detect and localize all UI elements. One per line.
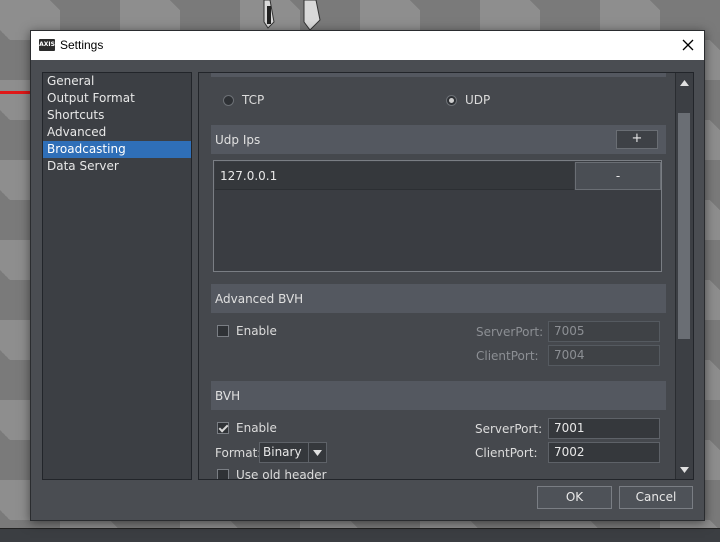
bvh-client-port-label: ClientPort: — [475, 446, 538, 460]
bvh-header: BVH — [211, 381, 666, 410]
advanced-client-port-field[interactable]: 7004 — [548, 345, 660, 366]
advanced-bvh-enable-label: Enable — [236, 324, 277, 338]
udp-radio-indicator — [446, 94, 457, 106]
nav-item-broadcasting[interactable]: Broadcasting — [43, 141, 191, 158]
bvh-enable-box — [217, 422, 229, 434]
bvh-format-value: Binary — [263, 445, 302, 459]
app-logo-icon: AXIS — [39, 39, 55, 51]
chevron-up-icon — [679, 80, 689, 86]
tcp-label: TCP — [242, 93, 265, 107]
ok-button[interactable]: OK — [537, 486, 612, 509]
udp-label: UDP — [465, 93, 491, 107]
bvh-server-port-label: ServerPort: — [475, 422, 543, 436]
close-button[interactable] — [678, 35, 698, 55]
background-red-line — [0, 91, 32, 94]
use-old-header-checkbox[interactable]: Use old header — [217, 468, 327, 480]
ip-address-field[interactable]: 127.0.0.1 — [215, 162, 574, 190]
bvh-enable-label: Enable — [236, 421, 277, 435]
remove-ip-button[interactable]: - — [575, 162, 661, 190]
advanced-server-port-field[interactable]: 7005 — [548, 321, 660, 342]
scroll-thumb[interactable] — [678, 113, 690, 339]
vertical-scrollbar[interactable] — [675, 73, 693, 479]
chevron-down-icon — [679, 467, 689, 473]
udp-ip-list[interactable]: 127.0.0.1 - — [213, 160, 662, 272]
list-item[interactable]: 127.0.0.1 - — [215, 162, 661, 190]
nav-item-shortcuts[interactable]: Shortcuts — [43, 107, 191, 124]
udp-ips-header: Udp Ips + — [211, 125, 666, 154]
bvh-format-label: Format: — [215, 446, 262, 460]
title-bar[interactable]: AXIS Settings — [31, 31, 704, 60]
close-icon — [682, 39, 694, 51]
advanced-client-port-label: ClientPort: — [476, 349, 539, 363]
advanced-bvh-title: Advanced BVH — [215, 291, 304, 306]
background-bottom-bar — [0, 528, 720, 542]
nav-item-advanced[interactable]: Advanced — [43, 124, 191, 141]
nav-item-data-server[interactable]: Data Server — [43, 158, 191, 175]
settings-dialog: AXIS Settings General Output Format Shor… — [30, 30, 705, 521]
use-old-header-box — [217, 469, 229, 479]
nav-item-output-format[interactable]: Output Format — [43, 90, 191, 107]
tcp-radio[interactable]: TCP — [223, 91, 264, 109]
udp-ips-title: Udp Ips — [215, 132, 261, 147]
bvh-client-port-field[interactable]: 7002 — [548, 442, 660, 463]
broadcasting-panel: TCP UDP Udp Ips + 127.0.0.1 - Advanced B… — [198, 72, 694, 480]
cancel-button[interactable]: Cancel — [619, 486, 693, 509]
advanced-bvh-header: Advanced BVH — [211, 284, 666, 313]
bvh-server-port-field[interactable]: 7001 — [548, 418, 660, 439]
settings-nav: General Output Format Shortcuts Advanced… — [42, 72, 192, 480]
bvh-format-select[interactable]: Binary — [259, 442, 327, 463]
scroll-up-button[interactable] — [676, 75, 692, 91]
scroll-down-button[interactable] — [676, 462, 692, 478]
advanced-server-port-label: ServerPort: — [476, 325, 544, 339]
bvh-title: BVH — [215, 388, 241, 403]
advanced-bvh-enable-box — [217, 325, 229, 337]
add-ip-button[interactable]: + — [616, 130, 658, 149]
background-figure — [258, 0, 326, 31]
nav-item-general[interactable]: General — [43, 73, 191, 90]
tcp-radio-indicator — [223, 94, 234, 106]
udp-radio[interactable]: UDP — [446, 91, 490, 109]
use-old-header-label: Use old header — [236, 468, 327, 480]
section-header-edge — [211, 73, 666, 77]
advanced-bvh-enable-checkbox[interactable]: Enable — [217, 324, 277, 338]
window-title: Settings — [60, 38, 104, 52]
bvh-enable-checkbox[interactable]: Enable — [217, 421, 277, 435]
chevron-down-icon — [308, 443, 326, 462]
